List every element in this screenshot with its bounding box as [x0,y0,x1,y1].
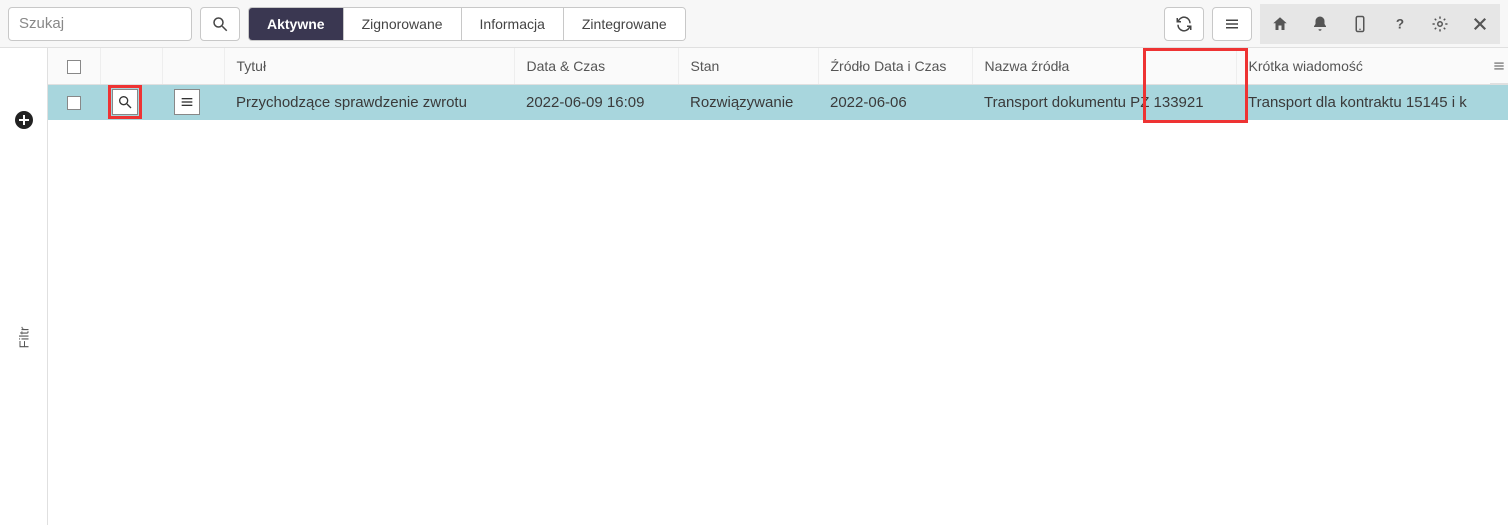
row-menu-button[interactable] [174,89,200,115]
close-icon [1471,15,1489,33]
select-all-checkbox[interactable] [67,60,81,74]
col-src-datetime[interactable]: Źródło Data i Czas [818,48,972,84]
home-button[interactable] [1260,4,1300,44]
refresh-button[interactable] [1164,7,1204,41]
list-icon [179,94,195,110]
cell-src-name: Transport dokumentu PZ 133921 [972,84,1236,120]
add-filter-button[interactable] [12,108,36,132]
mobile-icon [1351,15,1369,33]
bell-icon [1311,15,1329,33]
tab-informacja[interactable]: Informacja [462,8,564,40]
col-title[interactable]: Tytuł [224,48,514,84]
table-column-menu[interactable] [1490,48,1508,84]
mobile-button[interactable] [1340,4,1380,44]
search-input[interactable] [8,7,192,41]
col-datetime[interactable]: Data & Czas [514,48,678,84]
results-table: Tytuł Data & Czas Stan Źródło Data i Cza… [48,48,1508,120]
col-short-msg[interactable]: Krótka wiadomość [1236,48,1508,84]
question-icon: ? [1391,15,1409,33]
tab-aktywne[interactable]: Aktywne [249,8,344,40]
help-button[interactable]: ? [1380,4,1420,44]
tab-zignorowane[interactable]: Zignorowane [344,8,462,40]
notifications-button[interactable] [1300,4,1340,44]
svg-text:?: ? [1396,16,1404,31]
status-tabs: Aktywne Zignorowane Informacja Zintegrow… [248,7,686,41]
filter-rail: Filtr [0,48,48,525]
table-row[interactable]: Przychodzące sprawdzenie zwrotu 2022-06-… [48,84,1508,120]
settings-button[interactable] [1420,4,1460,44]
row-preview-button[interactable] [112,89,138,115]
toolbar: Aktywne Zignorowane Informacja Zintegrow… [0,0,1508,48]
list-view-button[interactable] [1212,7,1252,41]
tab-zintegrowane[interactable]: Zintegrowane [564,8,685,40]
plus-circle-icon [12,108,36,132]
close-button[interactable] [1460,4,1500,44]
cell-title: Przychodzące sprawdzenie zwrotu [224,84,514,120]
list-icon [1223,15,1241,33]
col-state[interactable]: Stan [678,48,818,84]
table-wrap: Tytuł Data & Czas Stan Źródło Data i Cza… [48,48,1508,525]
home-icon [1271,15,1289,33]
cell-src-datetime: 2022-06-06 [818,84,972,120]
hamburger-icon [1492,59,1506,73]
gear-icon [1431,15,1449,33]
table-header-row: Tytuł Data & Czas Stan Źródło Data i Cza… [48,48,1508,84]
filter-rail-label: Filtr [16,327,31,349]
search-button[interactable] [200,7,240,41]
col-select-all [48,48,100,84]
cell-state: Rozwiązywanie [678,84,818,120]
col-src-name[interactable]: Nazwa źródła [972,48,1236,84]
refresh-icon [1175,15,1193,33]
cell-short-msg: Transport dla kontraktu 15145 i k [1236,84,1508,120]
system-icons: ? [1260,4,1500,44]
cell-datetime: 2022-06-09 16:09 [514,84,678,120]
row-checkbox[interactable] [67,96,81,110]
search-icon [117,94,133,110]
search-icon [211,15,229,33]
